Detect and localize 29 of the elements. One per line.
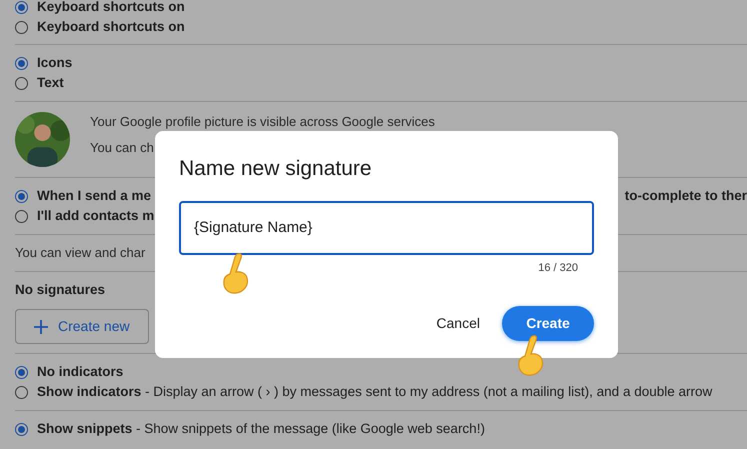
option-label: to-complete to ther	[624, 189, 747, 203]
option-label: I'll add contacts m	[37, 209, 154, 223]
character-counter: 16 / 320	[538, 260, 578, 276]
radio-button[interactable]	[15, 366, 28, 378]
option-label: When I send a me	[37, 189, 152, 203]
radio-button[interactable]	[15, 56, 28, 70]
cancel-button[interactable]: Cancel	[434, 306, 482, 341]
signatures-heading: No signatures	[15, 283, 106, 297]
create-button[interactable]: Create	[502, 306, 594, 341]
option-label: Show indicators - Display an arrow ( › ) by messages sent to my address (not a mailing list), and a double arrow	[37, 385, 712, 399]
radio-button[interactable]	[15, 0, 28, 14]
plus-icon	[34, 320, 48, 334]
option-label: Show snippets - Show snippets of the message (like Google web search!)	[37, 422, 485, 436]
radio-button[interactable]	[15, 20, 28, 34]
radio-button[interactable]	[15, 76, 28, 90]
option-label: No indicators	[37, 365, 124, 379]
option-label: Icons	[37, 56, 72, 70]
option-label: Keyboard shortcuts on	[37, 0, 185, 14]
option-label: Text	[37, 76, 64, 90]
info-text: You can view and char	[15, 246, 146, 260]
radio-button[interactable]	[15, 422, 28, 436]
signature-name-field[interactable]: {Signature Name}	[179, 200, 594, 254]
radio-button[interactable]	[15, 210, 28, 222]
profile-text: You can ch	[90, 141, 155, 155]
option-label: Keyboard shortcuts on	[37, 20, 185, 34]
radio-button[interactable]	[15, 190, 28, 202]
dialog-title: Name new signature	[179, 156, 373, 182]
radio-button[interactable]	[15, 386, 28, 398]
profile-text: Your Google profile picture is visible across Google services	[90, 115, 435, 129]
